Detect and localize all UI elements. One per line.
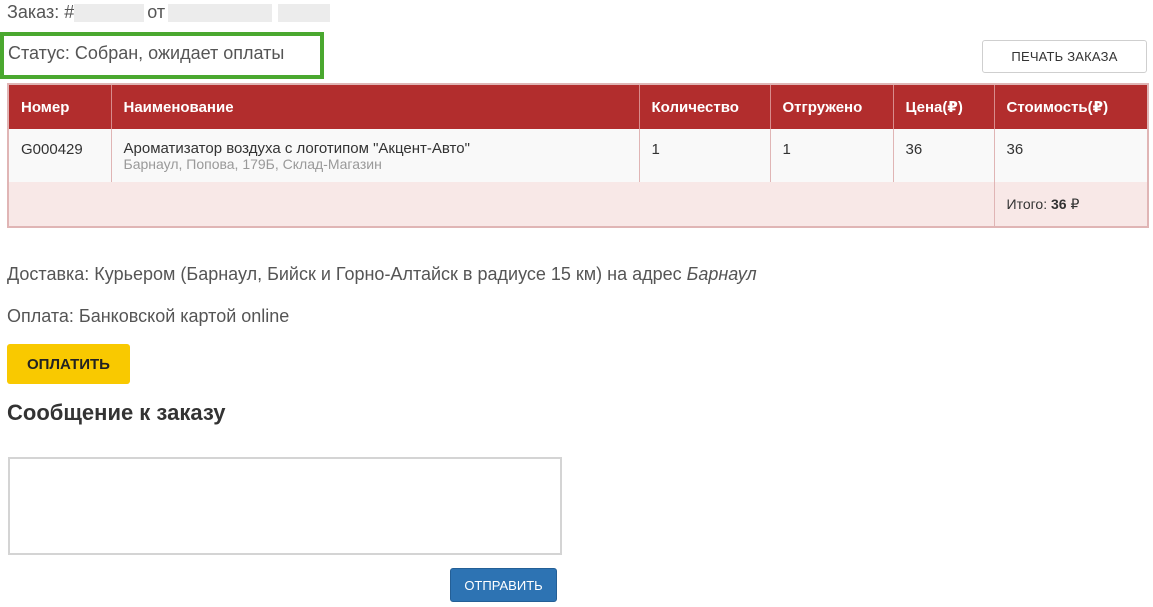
print-order-button[interactable]: ПЕЧАТЬ ЗАКАЗА	[982, 40, 1147, 73]
order-prefix: Заказ: #	[7, 2, 75, 22]
item-cost: 36	[994, 129, 1148, 182]
table-total-row: Итого: 36 ₽	[8, 182, 1148, 227]
total-cell: Итого: 36 ₽	[993, 182, 1148, 227]
column-header-quantity: Количество	[639, 84, 771, 129]
column-header-price: Цена(₽)	[893, 84, 995, 129]
order-number-line: Заказ: # от	[7, 2, 331, 23]
order-status: Статус: Собран, ожидает оплаты	[8, 43, 285, 63]
order-items-table: Номер Наименование Количество Отгружено …	[7, 83, 1149, 228]
message-textarea[interactable]	[8, 457, 562, 555]
table-row: G000429 Ароматизатор воздуха с логотипом…	[8, 129, 1148, 182]
pay-button[interactable]: ОПЛАТИТЬ	[7, 344, 130, 384]
table-header-row: Номер Наименование Количество Отгружено …	[8, 84, 1148, 129]
message-title: Сообщение к заказу	[7, 400, 226, 425]
delivery-address: Барнаул	[686, 264, 757, 284]
send-button[interactable]: ОТПРАВИТЬ	[450, 568, 557, 602]
column-header-shipped: Отгружено	[770, 84, 894, 129]
order-date-prefix: от	[147, 2, 166, 22]
item-shipped: 1	[770, 129, 894, 182]
item-quantity: 1	[639, 129, 771, 182]
redacted-order-time	[278, 3, 331, 22]
delivery-info: Доставка: Курьером (Барнаул, Бийск и Гор…	[7, 264, 757, 285]
column-header-cost: Стоимость(₽)	[994, 84, 1148, 129]
delivery-text: Доставка: Курьером (Барнаул, Бийск и Гор…	[7, 264, 687, 284]
column-header-number: Номер	[8, 84, 112, 129]
item-price: 36	[893, 129, 995, 182]
redacted-order-date	[168, 3, 273, 22]
total-currency: ₽	[1070, 195, 1080, 212]
item-name: Ароматизатор воздуха с логотипом "Акцент…	[123, 140, 470, 157]
payment-info: Оплата: Банковской картой online	[7, 306, 290, 326]
item-location: Барнаул, Попова, 179Б, Склад-Магазин	[123, 156, 382, 172]
column-header-name: Наименование	[111, 84, 640, 129]
redacted-order-number	[74, 3, 145, 22]
total-spacer	[8, 182, 995, 227]
total-label: Итого:	[1006, 195, 1048, 212]
item-number: G000429	[8, 129, 112, 182]
item-name-cell: Ароматизатор воздуха с логотипом "Акцент…	[111, 129, 640, 182]
total-value: 36	[1050, 195, 1067, 212]
